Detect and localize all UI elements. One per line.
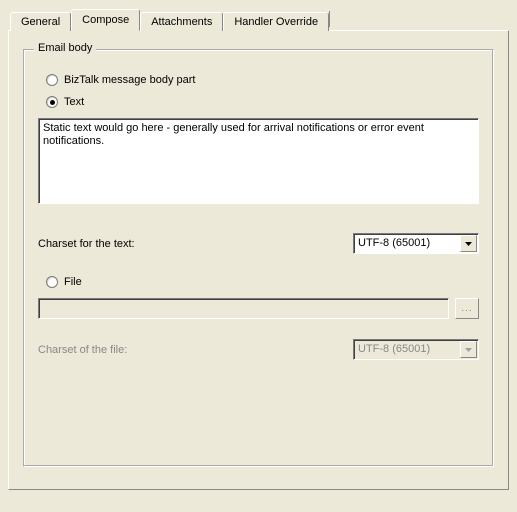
radio-text[interactable]	[46, 96, 58, 108]
label-charset-text: Charset for the text:	[38, 238, 135, 250]
tab-label: Handler Override	[234, 16, 318, 28]
tab-handler-override[interactable]: Handler Override	[223, 12, 329, 31]
tab-attachments[interactable]: Attachments	[140, 12, 223, 31]
tab-compose[interactable]: Compose	[71, 9, 140, 31]
radio-row-file[interactable]: File	[46, 276, 479, 288]
combo-dropdown-button	[460, 341, 477, 358]
label-charset-file: Charset of the file:	[38, 344, 127, 356]
ellipsis-icon: ...	[461, 303, 472, 314]
tab-label: Compose	[82, 14, 129, 26]
combo-text: UTF-8 (65001)	[354, 234, 459, 253]
row-charset-text: Charset for the text: UTF-8 (65001)	[38, 233, 479, 254]
combo-dropdown-button[interactable]	[460, 235, 477, 252]
properties-panel: General Compose Attachments Handler Over…	[0, 0, 517, 512]
radio-label: Text	[64, 96, 84, 108]
radio-file[interactable]	[46, 276, 58, 288]
row-file-path: ...	[38, 298, 479, 319]
combo-charset-file: UTF-8 (65001)	[353, 339, 479, 360]
tab-label: General	[21, 16, 60, 28]
row-charset-file: Charset of the file: UTF-8 (65001)	[38, 339, 479, 360]
groupbox-legend: Email body	[34, 42, 96, 54]
groupbox-email-body: Email body BizTalk message body part Tex…	[23, 49, 494, 467]
browse-button[interactable]: ...	[455, 298, 479, 319]
tab-general[interactable]: General	[10, 12, 71, 31]
email-body-textarea[interactable]	[38, 118, 479, 204]
tab-page-compose: Email body BizTalk message body part Tex…	[8, 30, 509, 490]
radio-label: BizTalk message body part	[64, 74, 195, 86]
tab-label: Attachments	[151, 16, 212, 28]
radio-row-biztalk[interactable]: BizTalk message body part	[46, 74, 479, 86]
radio-row-text[interactable]: Text	[46, 96, 479, 108]
tab-strip: General Compose Attachments Handler Over…	[10, 8, 509, 30]
chevron-down-icon	[465, 242, 472, 246]
radio-label: File	[64, 276, 82, 288]
radio-biztalk[interactable]	[46, 74, 58, 86]
tab-separator	[329, 11, 330, 27]
file-path-input	[38, 298, 449, 319]
chevron-down-icon	[465, 348, 472, 352]
combo-charset-text[interactable]: UTF-8 (65001)	[353, 233, 479, 254]
combo-text: UTF-8 (65001)	[354, 340, 459, 359]
